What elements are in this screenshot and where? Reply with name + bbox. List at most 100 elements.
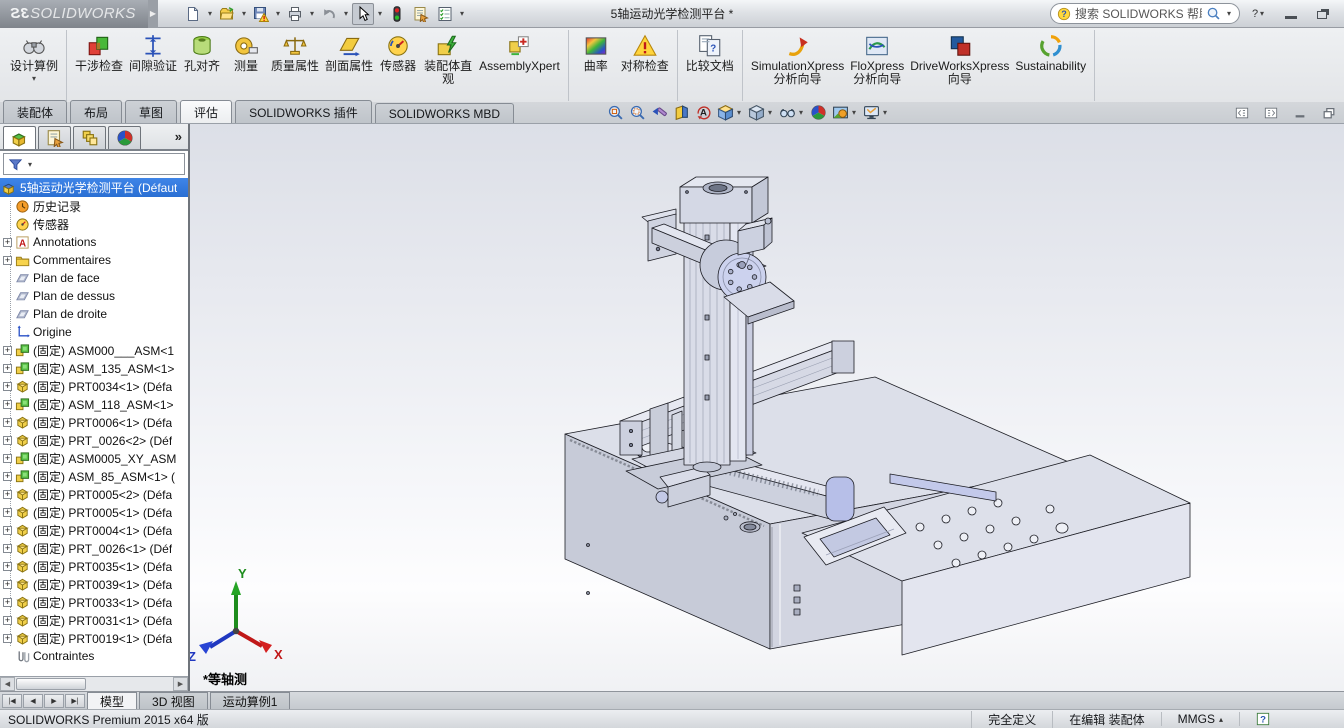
model-3d[interactable]: Y X Z (190, 124, 1344, 691)
ribbon-button-section-properties[interactable]: 剖面属性 (322, 31, 376, 75)
hide-show-items-button[interactable]: ▾ (778, 103, 806, 122)
tree-item[interactable]: 传感器 (0, 215, 188, 233)
tree-item[interactable]: +(固定) PRT0034<1> (Défa (0, 377, 188, 395)
tab-草图[interactable]: 草图 (125, 100, 177, 123)
open-button[interactable] (216, 3, 238, 25)
expand-toggle[interactable]: + (3, 544, 12, 553)
ribbon-button-sensor[interactable]: 传感器 (376, 31, 420, 75)
ribbon-button-assembly-visualization[interactable]: 装配体直观 (420, 31, 476, 88)
tree-item[interactable]: +(固定) PRT_0026<2> (Déf (0, 431, 188, 449)
ribbon-button-driveworks-xpress[interactable]: DriveWorksXpress 向导 (907, 31, 1012, 88)
tree-horizontal-scrollbar[interactable]: ◀ ▶ (0, 676, 188, 691)
restore-button[interactable] (1310, 5, 1336, 23)
tab-scroll-next[interactable]: ▶ (44, 694, 64, 708)
tree-item[interactable]: +(固定) PRT0031<1> (Défa (0, 611, 188, 629)
expand-toggle[interactable]: + (3, 562, 12, 571)
ribbon-button-clearance[interactable]: 间隙验证 (126, 31, 180, 75)
tree-item[interactable]: +AAnnotations (0, 233, 188, 251)
view-settings-button[interactable]: ▾ (862, 103, 890, 122)
options-button[interactable] (434, 3, 456, 25)
doc-restore-button[interactable] (1318, 104, 1340, 121)
tab-scroll-first[interactable]: |◀ (2, 694, 22, 708)
ribbon-button-curvature[interactable]: 曲率 (574, 31, 618, 75)
search-box[interactable]: ? 搜索 SOLIDWORKS 帮助 ▾ (1050, 3, 1240, 24)
ribbon-button-assembly-xpert[interactable]: AssemblyXpert (476, 31, 563, 75)
scrollbar-thumb[interactable] (16, 678, 86, 690)
expand-toggle[interactable]: + (3, 616, 12, 625)
tree-item[interactable]: +(固定) PRT0005<1> (Défa (0, 503, 188, 521)
save-button[interactable] (250, 3, 272, 25)
apply-scene-button[interactable]: ▾ (831, 103, 859, 122)
hide-show-items-dropdown-icon[interactable]: ▾ (797, 108, 805, 117)
panel-tab-displaymanager[interactable] (108, 126, 141, 149)
tab-scroll-last[interactable]: ▶| (65, 694, 85, 708)
undo-dropdown-icon[interactable]: ▾ (342, 9, 350, 18)
section-view-button[interactable] (672, 103, 691, 122)
ribbon-button-hole-align[interactable]: 孔对齐 (180, 31, 224, 75)
display-style-button[interactable]: ▾ (747, 103, 775, 122)
expand-toggle[interactable]: + (3, 418, 12, 427)
view-orientation-button[interactable]: ▾ (716, 103, 744, 122)
expand-toggle[interactable]: + (3, 238, 12, 247)
apply-scene-dropdown-icon[interactable]: ▾ (850, 108, 858, 117)
expand-toggle[interactable]: + (3, 400, 12, 409)
open-dropdown-icon[interactable]: ▾ (240, 9, 248, 18)
tree-item[interactable]: +(固定) PRT0006<1> (Défa (0, 413, 188, 431)
tree-item[interactable]: +Commentaires (0, 251, 188, 269)
tree-item[interactable]: 历史记录 (0, 197, 188, 215)
tree-item[interactable]: +(固定) ASM_135_ASM<1> (0, 359, 188, 377)
panel-tab-configurationmanager[interactable] (73, 126, 106, 149)
save-dropdown-icon[interactable]: ▾ (274, 9, 282, 18)
undo-button[interactable] (318, 3, 340, 25)
tree-filter[interactable]: ▾ (3, 153, 185, 175)
rotate-view-button[interactable]: A (694, 103, 713, 122)
expand-toggle[interactable]: + (3, 634, 12, 643)
expand-toggle[interactable]: + (3, 472, 12, 481)
tree-item[interactable]: +(固定) ASM_118_ASM<1> (0, 395, 188, 413)
expand-toggle[interactable]: + (3, 508, 12, 517)
options-dropdown-icon[interactable]: ▾ (458, 9, 466, 18)
new-document-dropdown-icon[interactable]: ▾ (206, 9, 214, 18)
file-properties-button[interactable] (410, 3, 432, 25)
zoom-to-fit-button[interactable] (606, 103, 625, 122)
ribbon-button-symmetry-check[interactable]: 对称检查 (618, 31, 672, 75)
tree-root-item[interactable]: 5轴运动光学检测平台 (Défaut (0, 178, 188, 197)
new-document-button[interactable] (182, 3, 204, 25)
view-orientation-dropdown-icon[interactable]: ▾ (735, 108, 743, 117)
expand-toggle[interactable]: + (3, 526, 12, 535)
scroll-right-arrow[interactable]: ▶ (173, 677, 188, 691)
doc-minimize-button[interactable] (1289, 104, 1311, 121)
expand-toggle[interactable]: + (3, 454, 12, 463)
tree-item[interactable]: Plan de dessus (0, 287, 188, 305)
tab-SOLIDWORKS MBD[interactable]: SOLIDWORKS MBD (375, 103, 514, 123)
doc-tab-模型[interactable]: 模型 (87, 692, 137, 709)
tree-item[interactable]: +(固定) PRT0005<2> (Défa (0, 485, 188, 503)
tab-布局[interactable]: 布局 (70, 100, 122, 123)
tree-item[interactable]: +(固定) ASM0005_XY_ASM (0, 449, 188, 467)
ribbon-button-sustainability[interactable]: Sustainability (1012, 31, 1089, 75)
tree-item[interactable]: +(固定) ASM000___ASM<1 (0, 341, 188, 359)
tab-装配体[interactable]: 装配体 (3, 100, 67, 123)
status-help-button[interactable]: ? (1239, 712, 1286, 726)
tab-评估[interactable]: 评估 (180, 100, 232, 123)
pane-split-left-button[interactable] (1231, 104, 1253, 121)
ribbon-button-design-study[interactable]: 设计算例▾ (7, 31, 61, 85)
tree-item[interactable]: Plan de face (0, 269, 188, 287)
tree-item[interactable]: +(固定) PRT0035<1> (Défa (0, 557, 188, 575)
select-dropdown-icon[interactable]: ▾ (376, 9, 384, 18)
expand-toggle[interactable]: + (3, 580, 12, 589)
print-dropdown-icon[interactable]: ▾ (308, 9, 316, 18)
doc-tab-3D 视图[interactable]: 3D 视图 (139, 692, 208, 709)
tree-item[interactable]: +(固定) PRT0039<1> (Défa (0, 575, 188, 593)
expand-toggle[interactable]: + (3, 382, 12, 391)
scroll-left-arrow[interactable]: ◀ (0, 677, 15, 691)
print-button[interactable] (284, 3, 306, 25)
tree-item[interactable]: +(固定) PRT0019<1> (Défa (0, 629, 188, 647)
ribbon-button-measure[interactable]: 测量 (224, 31, 268, 75)
ribbon-button-flo-xpress[interactable]: FloXpress 分析向导 (847, 31, 907, 88)
rebuild-button[interactable] (386, 3, 408, 25)
search-dropdown-icon[interactable]: ▾ (1225, 9, 1233, 18)
display-style-dropdown-icon[interactable]: ▾ (766, 108, 774, 117)
edit-appearance-button[interactable] (809, 103, 828, 122)
tree-item[interactable]: Origine (0, 323, 188, 341)
